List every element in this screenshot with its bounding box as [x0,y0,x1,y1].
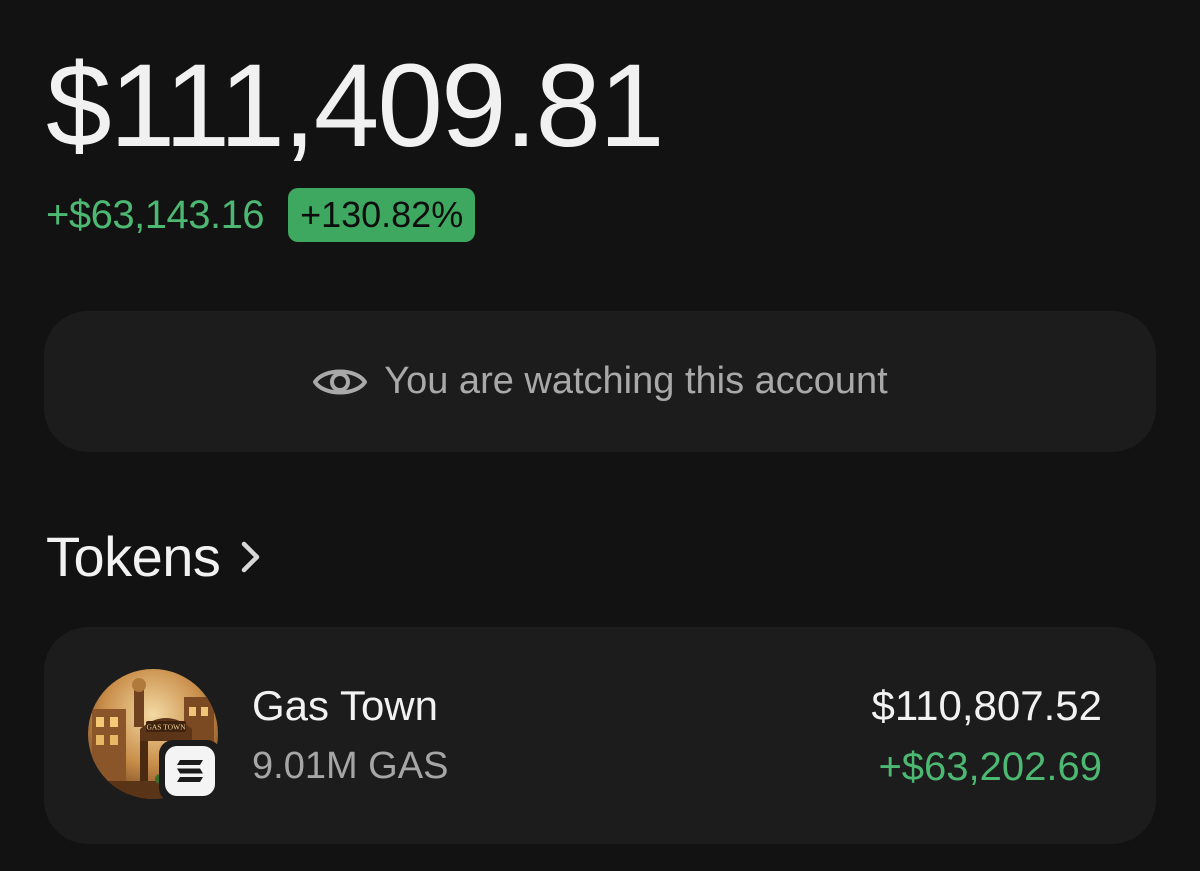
portfolio-change-row: +$63,143.16 +130.82% [46,188,476,242]
token-change: +$63,202.69 [878,745,1102,789]
portfolio-change-amount: +$63,143.16 [46,192,265,237]
chevron-right-icon [240,539,262,575]
watching-account-text: You are watching this account [384,360,888,402]
eye-icon [312,362,368,402]
portfolio-balance: $111,409.81 [46,40,665,172]
wallet-page: $111,409.81 +$63,143.16 +130.82% You are… [0,0,1200,871]
gas-town-sign: GAS TOWN [146,723,186,732]
watching-account-banner[interactable]: You are watching this account [44,311,1156,452]
portfolio-change-percent-badge: +130.82% [288,188,476,242]
token-name: Gas Town [252,682,438,729]
tokens-section-title: Tokens [46,525,221,588]
solana-icon [175,758,205,784]
token-row-gas-town[interactable]: GAS TOWN Gas Town 9.01M GAS $110,807.52 … [44,627,1156,844]
token-value: $110,807.52 [871,682,1102,729]
solana-chain-badge [159,740,221,802]
tokens-section-header[interactable]: Tokens [46,524,262,589]
token-amount: 9.01M GAS [252,745,449,787]
